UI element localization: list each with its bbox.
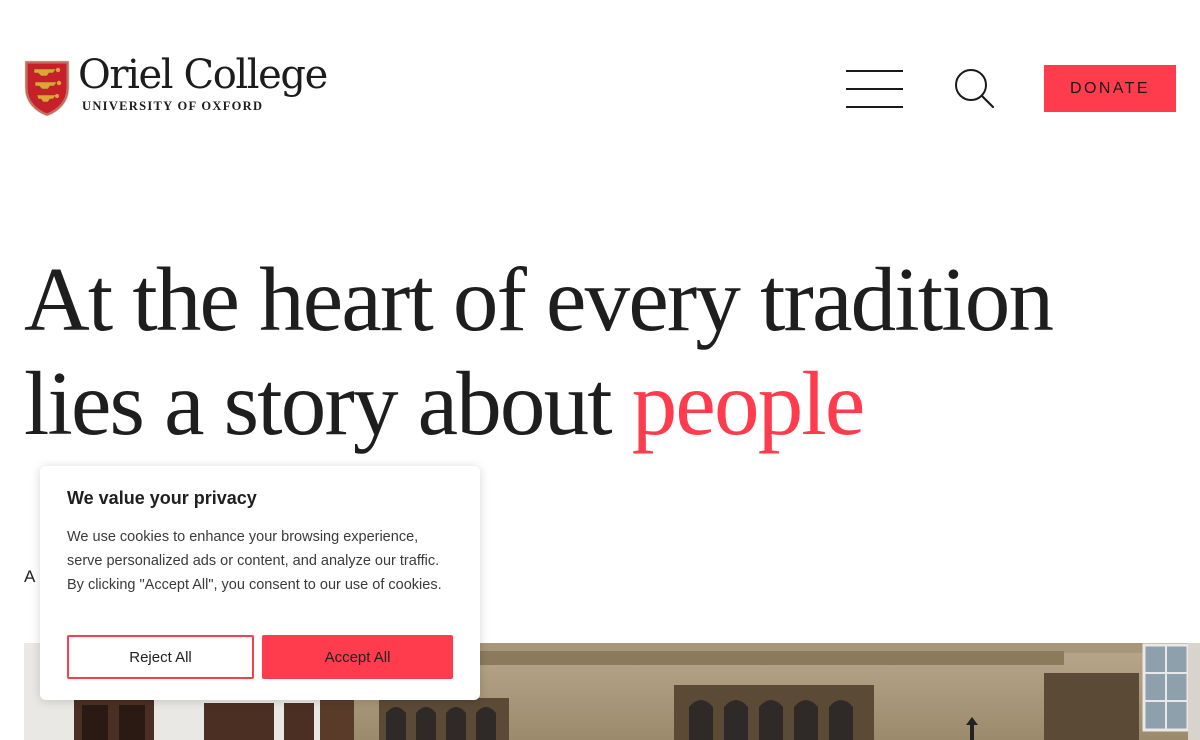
logo-name: Oriel College	[78, 52, 328, 98]
hamburger-menu-icon[interactable]	[846, 69, 904, 109]
intro-text: A	[24, 567, 36, 586]
cookie-title: We value your privacy	[67, 488, 257, 508]
college-logo[interactable]: Oriel College UNIVERSITY OF OXFORD	[24, 52, 334, 118]
logo-subtitle: UNIVERSITY OF OXFORD	[82, 99, 264, 113]
cookie-actions: Reject All Accept All	[67, 635, 453, 679]
hero-line-2: lies a story about people	[24, 352, 1052, 456]
hero-line-1: At the heart of every tradition	[24, 249, 1054, 350]
cookie-description: We use cookies to enhance your browsing …	[67, 529, 442, 593]
donate-button[interactable]: DONATE	[1044, 65, 1176, 112]
menu-line	[846, 70, 903, 72]
hero-line-2-text: lies a story about	[24, 353, 632, 454]
search-icon[interactable]	[952, 67, 996, 109]
hero-accent-word: people	[631, 353, 866, 454]
accept-all-button[interactable]: Accept All	[262, 635, 453, 679]
college-crest-icon	[24, 60, 70, 116]
menu-line	[846, 106, 903, 108]
menu-line	[846, 88, 903, 90]
reject-all-button[interactable]: Reject All	[67, 635, 254, 679]
hero-heading: At the heart of every tradition lies a s…	[24, 248, 1054, 456]
cookie-consent-banner: We value your privacy We use cookies to …	[40, 466, 480, 700]
